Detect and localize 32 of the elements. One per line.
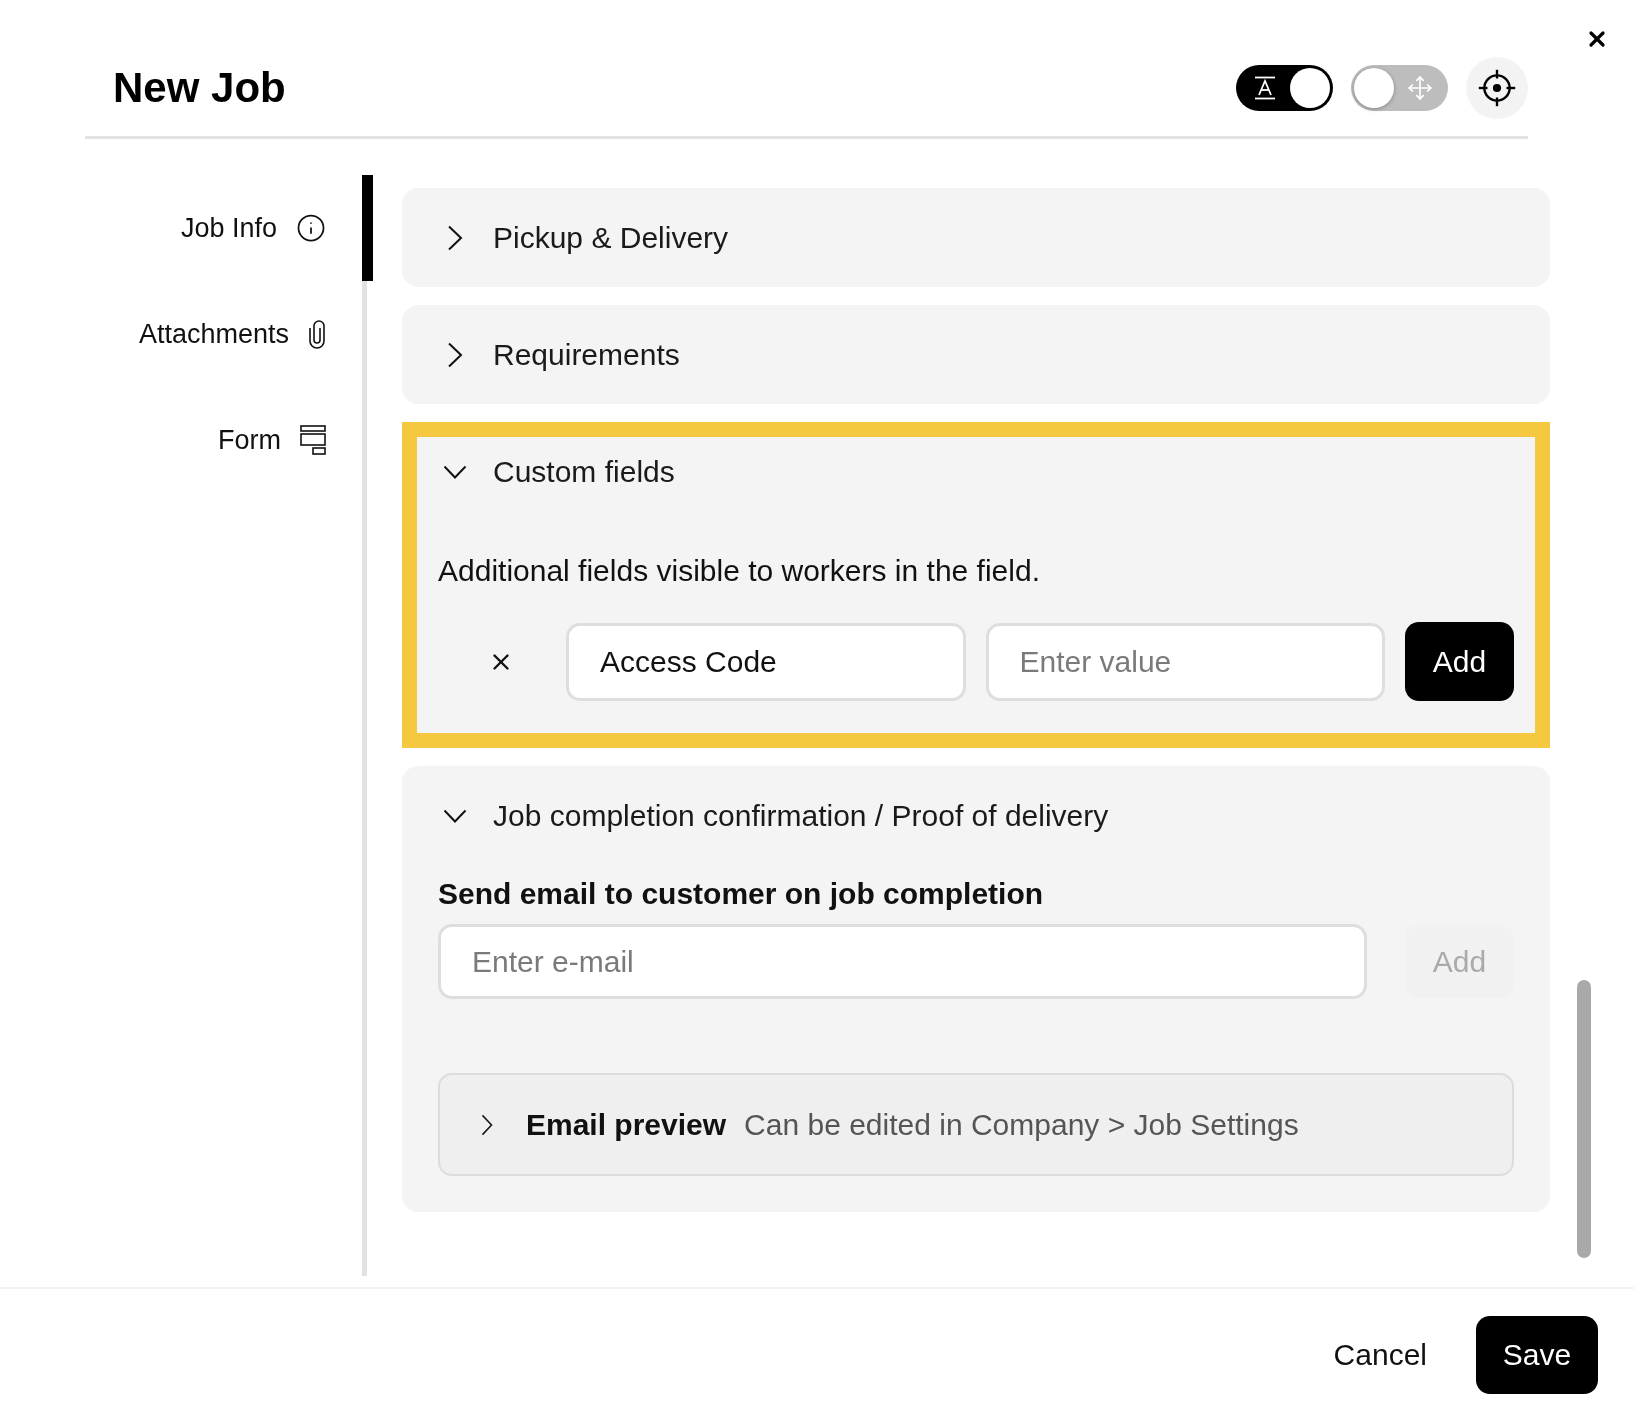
text-format-icon — [1253, 76, 1276, 100]
text-mode-toggle[interactable] — [1236, 65, 1333, 111]
field-name-input[interactable]: Access Code — [566, 622, 966, 701]
chevron-right-icon — [447, 341, 463, 368]
email-label: Send email to customer on job completion — [438, 876, 1045, 912]
crosshair-icon — [1478, 69, 1516, 107]
scrollbar-thumb[interactable] — [1577, 980, 1591, 1258]
section-header[interactable]: Requirements — [402, 305, 1550, 404]
save-button[interactable]: Save — [1476, 1316, 1598, 1394]
add-button[interactable]: Add — [1405, 622, 1514, 701]
section-header[interactable]: Job completion confirmation / Proof of delivery — [402, 766, 1550, 865]
email-preview-toggle[interactable]: Email preview — [481, 1107, 727, 1142]
form-icon — [300, 425, 326, 455]
email-preview-note: Can be edited in Company > Job Settings — [744, 1107, 1299, 1142]
section-header[interactable]: Custom fields — [402, 422, 1550, 521]
section-header[interactable]: Pickup & Delivery — [402, 188, 1550, 287]
sidebar-tab[interactable]: Job Info — [180, 175, 373, 281]
sidebar-tab[interactable]: Attachments — [138, 281, 367, 387]
email-input[interactable]: Enter e-mail — [438, 924, 1367, 999]
paperclip-icon — [308, 319, 326, 349]
cancel-button[interactable]: Cancel — [1333, 1316, 1427, 1394]
chevron-down-icon — [443, 808, 467, 823]
chevron-right-icon — [447, 224, 463, 251]
section-description: Additional fields visible to workers in the field. — [438, 553, 1041, 589]
chevron-down-icon — [443, 464, 467, 479]
move-icon — [1406, 75, 1433, 101]
chevron-right-icon — [481, 1113, 493, 1136]
field-value-input[interactable]: Enter value — [985, 622, 1385, 701]
dialog-title: New Job — [113, 63, 287, 113]
sidebar-tab[interactable]: Form — [218, 387, 367, 493]
info-icon — [296, 213, 326, 243]
move-mode-toggle[interactable] — [1351, 65, 1448, 111]
